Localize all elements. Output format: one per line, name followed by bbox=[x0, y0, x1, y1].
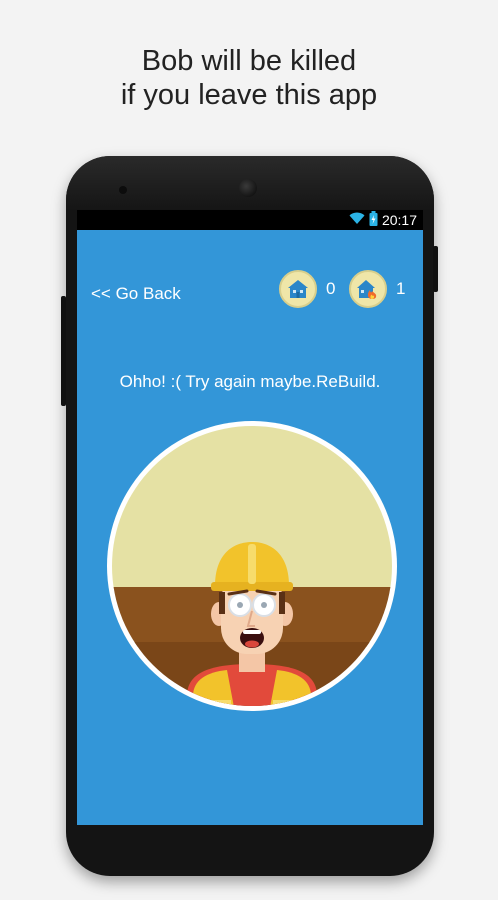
power-button bbox=[61, 296, 66, 406]
built-houses-counter: 0 bbox=[279, 270, 335, 308]
headline-line-1: Bob will be killed bbox=[141, 45, 357, 77]
burning-house-icon bbox=[349, 270, 387, 308]
app-screen: << Go Back 0 1 Ohho!:(Try again maybe.… bbox=[77, 230, 423, 825]
volume-button bbox=[433, 246, 438, 292]
phone-sensor bbox=[119, 186, 127, 194]
status-message: Ohho! :( Try again maybe.ReBuild. bbox=[119, 372, 381, 391]
go-back-button[interactable]: << Go Back bbox=[91, 284, 181, 304]
status-bar: 20:17 bbox=[77, 210, 423, 230]
wifi-icon bbox=[349, 212, 365, 228]
front-camera-icon bbox=[239, 179, 257, 197]
burned-count: 1 bbox=[396, 279, 406, 298]
promo-headline: Bob will be killed if you leave this app bbox=[0, 44, 498, 112]
phone-screen: 20:17 << Go Back 0 1 Ohho!:(Try again … bbox=[77, 210, 423, 825]
burned-houses-counter: 1 bbox=[349, 270, 405, 308]
built-count: 0 bbox=[326, 279, 336, 298]
status-time: 20:17 bbox=[381, 212, 417, 228]
battery-charging-icon bbox=[369, 211, 378, 229]
crying-worker-illustration bbox=[107, 404, 397, 738]
headline-line-2: if you leave this app bbox=[120, 79, 378, 111]
house-icon bbox=[279, 270, 317, 308]
